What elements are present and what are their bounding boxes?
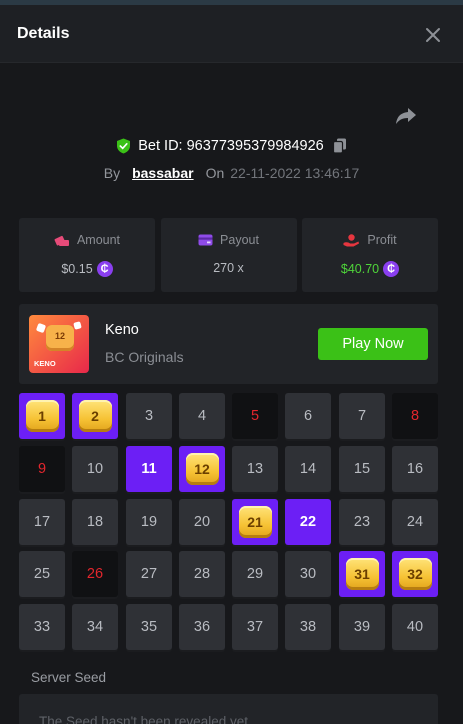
bet-date: 22-11-2022 13:46:17 — [230, 165, 360, 181]
play-now-button[interactable]: Play Now — [318, 328, 428, 360]
keno-game-thumbnail[interactable]: 12 KENO — [29, 315, 89, 373]
keno-cell-33[interactable]: 33 — [19, 604, 65, 650]
verified-shield-icon — [117, 138, 131, 154]
by-label: By — [103, 165, 121, 181]
keno-cell-39[interactable]: 39 — [339, 604, 385, 650]
currency-coin-icon: ₵ — [96, 261, 113, 277]
copy-icon[interactable] — [332, 138, 347, 154]
payout-icon — [198, 234, 213, 246]
details-header: Details — [0, 5, 463, 63]
bet-id: Bet ID: 96377395379984926 — [138, 138, 324, 154]
keno-cell-24[interactable]: 24 — [392, 499, 438, 545]
amount-value: $0.15 — [61, 262, 93, 276]
username-link[interactable]: bassabar — [132, 165, 193, 181]
keno-cell-16[interactable]: 16 — [392, 446, 438, 492]
keno-cell-22[interactable]: 22 — [285, 499, 331, 545]
amount-icon — [54, 235, 69, 246]
server-seed-box: The Seed hasn't been revealed yet — [19, 694, 438, 724]
game-card: 12 KENO Keno BC Originals Play Now — [19, 304, 438, 384]
currency-coin-icon: ₵ — [383, 261, 400, 277]
close-icon[interactable] — [422, 24, 444, 46]
keno-cell-2[interactable]: 2 — [72, 393, 118, 439]
keno-cell-15[interactable]: 15 — [339, 446, 385, 492]
profit-icon — [343, 233, 360, 246]
keno-cell-23[interactable]: 23 — [339, 499, 385, 545]
profit-card: Profit $40.70 ₵ — [302, 218, 438, 292]
server-seed-label: Server Seed — [31, 670, 107, 685]
payout-card: Payout 270 x — [160, 218, 297, 292]
profit-value: $40.70 — [340, 262, 380, 276]
keno-cell-18[interactable]: 18 — [72, 499, 118, 545]
keno-cell-10[interactable]: 10 — [72, 446, 118, 492]
keno-cell-25[interactable]: 25 — [19, 551, 65, 597]
bet-stats: Amount $0.15 ₵ Payout 270 x Profit $40.7… — [19, 218, 438, 292]
game-provider: BC Originals — [105, 349, 184, 365]
keno-cell-11[interactable]: 11 — [126, 446, 172, 492]
game-name: Keno — [105, 322, 139, 338]
keno-cell-8[interactable]: 8 — [392, 393, 438, 439]
keno-cell-21[interactable]: 21 — [232, 499, 278, 545]
page-title: Details — [17, 25, 70, 42]
keno-cell-5[interactable]: 5 — [232, 393, 278, 439]
on-label: On — [205, 165, 225, 181]
keno-cell-12[interactable]: 12 — [179, 446, 225, 492]
amount-label: Amount — [76, 233, 121, 247]
keno-cell-7[interactable]: 7 — [339, 393, 385, 439]
keno-cell-29[interactable]: 29 — [232, 551, 278, 597]
share-icon[interactable] — [394, 104, 418, 128]
keno-cell-6[interactable]: 6 — [285, 393, 331, 439]
keno-hit-gem-icon: 21 — [238, 506, 272, 538]
payout-value: 270 x — [213, 261, 244, 275]
keno-cell-35[interactable]: 35 — [126, 604, 172, 650]
keno-cell-26[interactable]: 26 — [72, 551, 118, 597]
payout-label: Payout — [220, 233, 259, 247]
keno-cell-14[interactable]: 14 — [285, 446, 331, 492]
keno-cell-27[interactable]: 27 — [126, 551, 172, 597]
keno-cell-9[interactable]: 9 — [19, 446, 65, 492]
bet-id-line: Bet ID: 96377395379984926 — [0, 136, 463, 156]
keno-hit-gem-icon: 32 — [398, 558, 432, 590]
keno-cell-38[interactable]: 38 — [285, 604, 331, 650]
keno-cell-4[interactable]: 4 — [179, 393, 225, 439]
keno-cell-1[interactable]: 1 — [19, 393, 65, 439]
keno-hit-gem-icon: 2 — [78, 400, 112, 432]
keno-cell-3[interactable]: 3 — [126, 393, 172, 439]
keno-cell-32[interactable]: 32 — [392, 551, 438, 597]
keno-cell-20[interactable]: 20 — [179, 499, 225, 545]
keno-cell-37[interactable]: 37 — [232, 604, 278, 650]
keno-hit-gem-icon: 31 — [345, 558, 379, 590]
keno-cell-40[interactable]: 40 — [392, 604, 438, 650]
profit-label: Profit — [367, 233, 397, 247]
keno-cell-30[interactable]: 30 — [285, 551, 331, 597]
amount-card: Amount $0.15 ₵ — [19, 218, 155, 292]
keno-cell-31[interactable]: 31 — [339, 551, 385, 597]
keno-hit-gem-icon: 12 — [185, 453, 219, 485]
keno-cell-13[interactable]: 13 — [232, 446, 278, 492]
keno-cell-17[interactable]: 17 — [19, 499, 65, 545]
keno-cell-19[interactable]: 19 — [126, 499, 172, 545]
bet-byline: By bassabar On 22-11-2022 13:46:17 — [0, 163, 463, 183]
keno-cell-34[interactable]: 34 — [72, 604, 118, 650]
server-seed-value: The Seed hasn't been revealed yet — [39, 714, 248, 724]
keno-hit-gem-icon: 1 — [25, 400, 59, 432]
keno-cell-28[interactable]: 28 — [179, 551, 225, 597]
keno-cell-36[interactable]: 36 — [179, 604, 225, 650]
